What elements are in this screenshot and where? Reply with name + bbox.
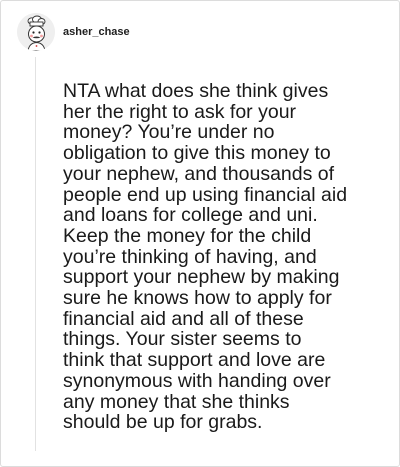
username[interactable]: asher_chase (63, 25, 130, 39)
comment-card: asher_chase NTA what does she think give… (0, 0, 400, 467)
thread-line (35, 57, 36, 451)
comment-body: NTA what does she think gives her the ri… (63, 80, 348, 434)
cartoon-chef-avatar-icon (17, 13, 55, 51)
user-avatar[interactable] (17, 13, 55, 51)
